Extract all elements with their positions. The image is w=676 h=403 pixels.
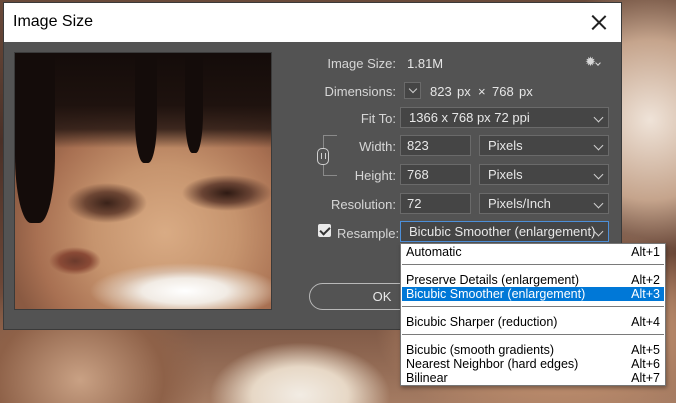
chevron-down-icon	[593, 140, 604, 151]
image-size-label: Image Size:	[327, 56, 396, 71]
dialog-title: Image Size	[13, 13, 94, 30]
resolution-input[interactable]: 72	[400, 193, 471, 214]
preview-hair-strand	[135, 53, 157, 163]
dimensions-height-unit: px	[519, 84, 533, 99]
gear-glyph: ✹	[585, 54, 596, 69]
width-unit-select[interactable]: Pixels	[479, 135, 609, 156]
height-input[interactable]: 768	[400, 164, 471, 185]
resolution-unit-select[interactable]: Pixels/Inch	[479, 193, 609, 214]
menu-separator	[402, 264, 664, 265]
chevron-down-icon	[593, 169, 604, 180]
resample-checkbox[interactable]	[318, 224, 331, 237]
resolution-label: Resolution:	[330, 197, 396, 212]
width-unit-value: Pixels	[488, 138, 523, 153]
height-unit-value: Pixels	[488, 167, 523, 182]
resample-select[interactable]: Bicubic Smoother (enlargement)	[400, 221, 609, 242]
close-icon[interactable]	[588, 11, 610, 33]
menu-item-preserve-details[interactable]: Preserve Details (enlargement) Alt+2	[402, 273, 664, 287]
menu-item-nearest-neighbor[interactable]: Nearest Neighbor (hard edges) Alt+6	[402, 357, 664, 371]
resample-menu: Automatic Alt+1 Preserve Details (enlarg…	[400, 243, 666, 386]
height-unit-select[interactable]: Pixels	[479, 164, 609, 185]
menu-item-automatic[interactable]: Automatic Alt+1	[402, 245, 664, 259]
gear-icon[interactable]: ✹	[585, 55, 601, 69]
menu-item-bilinear[interactable]: Bilinear Alt+7	[402, 371, 664, 385]
height-label: Height:	[354, 168, 396, 183]
menu-item-bicubic-smoother[interactable]: Bicubic Smoother (enlargement) Alt+3	[402, 287, 664, 301]
image-size-value: 1.81M	[407, 56, 444, 71]
resolution-unit-value: Pixels/Inch	[488, 196, 551, 211]
dimensions-separator: ×	[478, 84, 486, 99]
dimensions-width-value: 823	[430, 84, 452, 99]
title-bar: Image Size	[4, 3, 621, 42]
width-label: Width:	[359, 139, 396, 154]
chevron-down-icon	[595, 60, 601, 66]
fit-to-label: Fit To:	[360, 111, 396, 126]
preview-hair-strand	[15, 53, 55, 223]
width-input[interactable]: 823	[400, 135, 471, 156]
chevron-down-icon	[593, 112, 604, 123]
fit-to-value: 1366 x 768 px 72 ppi	[409, 110, 530, 125]
menu-item-bicubic-sharper[interactable]: Bicubic Sharper (reduction) Alt+4	[402, 315, 664, 329]
chevron-down-icon	[593, 198, 604, 209]
menu-item-bicubic[interactable]: Bicubic (smooth gradients) Alt+5	[402, 343, 664, 357]
fit-to-select[interactable]: 1366 x 768 px 72 ppi	[400, 107, 609, 128]
image-preview[interactable]	[14, 52, 272, 310]
dimensions-width-unit: px	[457, 84, 471, 99]
resample-label: Resample:	[337, 226, 400, 241]
preview-hair-strand	[185, 53, 203, 153]
menu-separator	[402, 306, 664, 307]
menu-separator	[402, 334, 664, 335]
resample-value: Bicubic Smoother (enlargement)	[409, 224, 596, 239]
dimensions-label: Dimensions:	[324, 84, 396, 99]
dimensions-height-value: 768	[492, 84, 514, 99]
dimensions-dropdown[interactable]	[404, 82, 421, 99]
